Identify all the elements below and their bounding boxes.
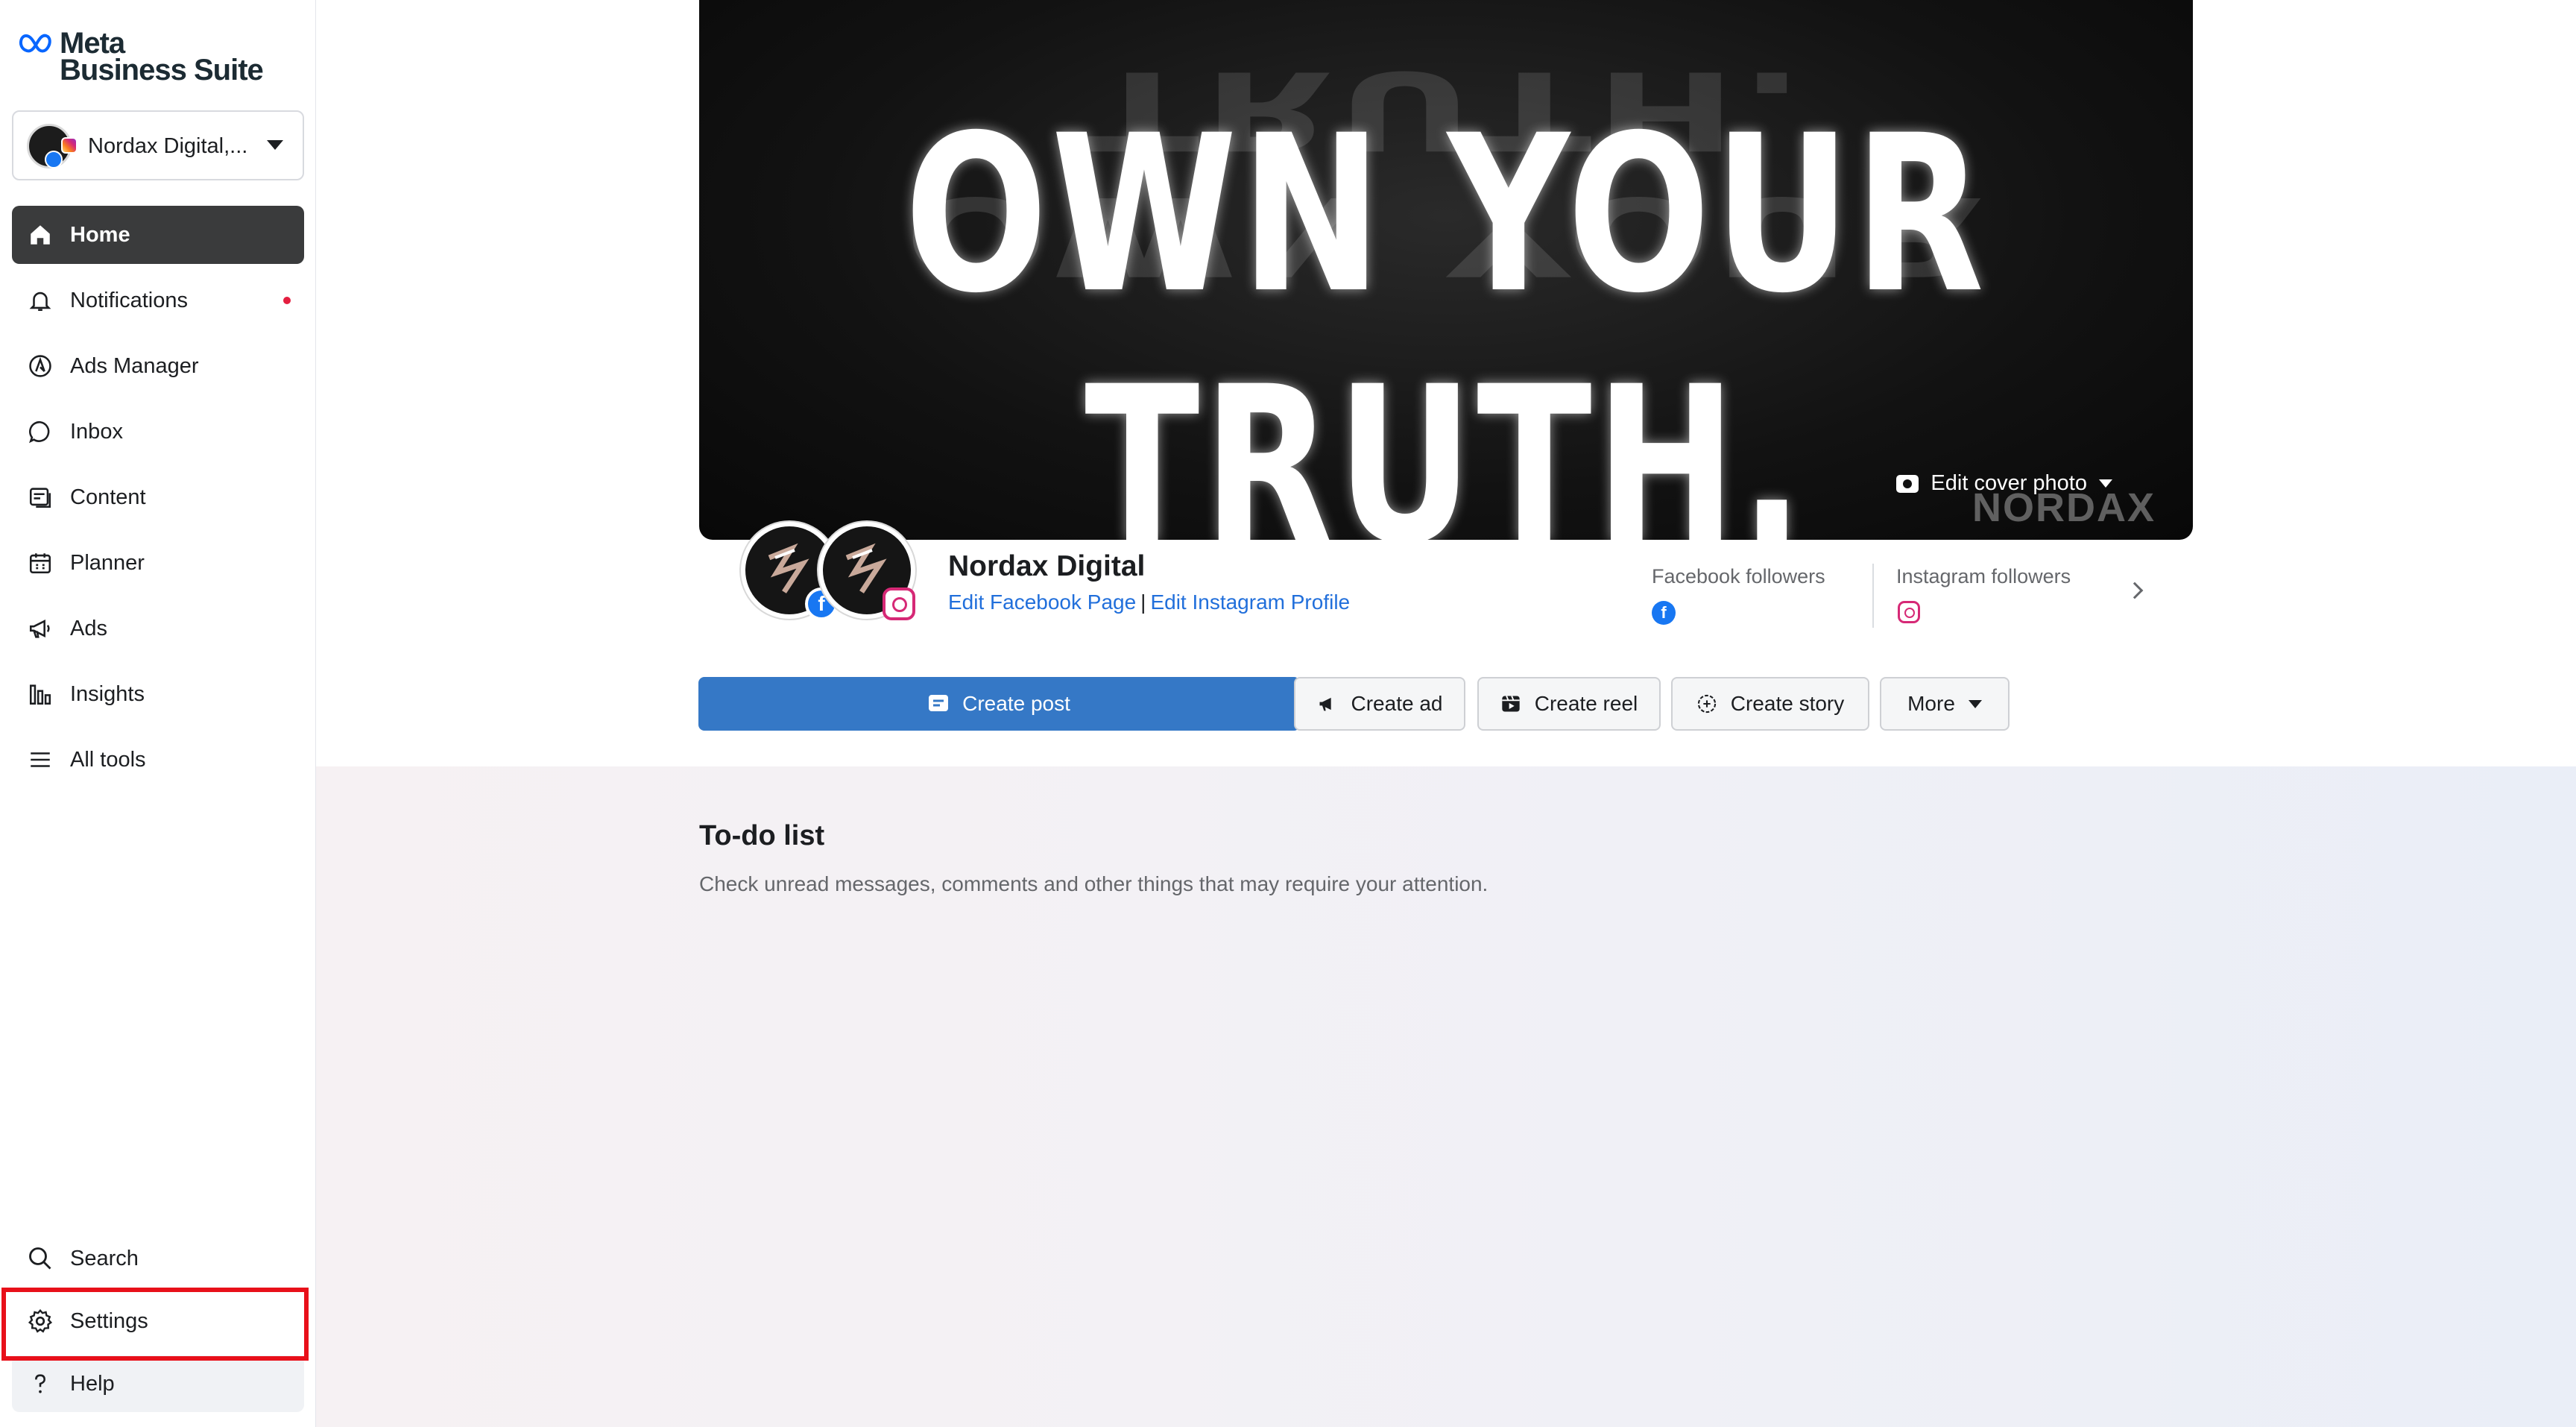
edit-facebook-page-link[interactable]: Edit Facebook Page xyxy=(948,590,1136,614)
sidebar-item-notifications[interactable]: Notifications xyxy=(12,271,304,330)
sidebar: Meta Business Suite Nordax Digital,... H… xyxy=(0,0,316,1427)
question-icon xyxy=(27,1370,54,1397)
instagram-icon xyxy=(1898,601,1920,623)
sidebar-item-insights[interactable]: Insights xyxy=(12,665,304,723)
settings-highlight-box xyxy=(1,1288,309,1361)
sidebar-item-label: Inbox xyxy=(70,419,123,444)
edit-cover-photo-button[interactable]: Edit cover photo xyxy=(1896,471,2112,496)
account-name: Nordax Digital,... xyxy=(88,134,248,158)
create-reel-label: Create reel xyxy=(1534,692,1638,715)
ads-manager-icon xyxy=(27,353,54,379)
post-icon xyxy=(928,694,949,714)
instagram-followers-label: Instagram followers xyxy=(1896,565,2071,588)
chevron-down-icon xyxy=(1968,699,1982,708)
facebook-icon: f xyxy=(1652,601,1676,625)
chat-bubble-icon xyxy=(27,418,54,445)
edit-instagram-profile-link[interactable]: Edit Instagram Profile xyxy=(1150,590,1350,614)
sidebar-item-help[interactable]: Help xyxy=(12,1355,304,1412)
reel-icon xyxy=(1500,693,1521,714)
megaphone-icon xyxy=(27,615,54,642)
sidebar-item-label: Content xyxy=(70,485,146,509)
sidebar-item-ads-manager[interactable]: Ads Manager xyxy=(12,337,304,395)
menu-icon xyxy=(27,746,54,773)
bell-icon xyxy=(27,287,54,314)
sidebar-item-label: Ads xyxy=(70,616,107,640)
create-ad-button[interactable]: Create ad xyxy=(1294,677,1465,731)
account-switcher[interactable]: Nordax Digital,... xyxy=(12,110,304,180)
create-post-label: Create post xyxy=(962,692,1070,715)
instagram-icon xyxy=(883,588,915,620)
profile-edit-links: Edit Facebook Page | Edit Instagram Profil… xyxy=(948,590,1350,614)
notification-dot xyxy=(283,297,291,304)
sidebar-item-label: Home xyxy=(70,222,130,247)
home-icon xyxy=(27,221,54,248)
create-post-button[interactable]: Create post xyxy=(698,677,1300,731)
main-content: OWN YOUR TRUTH. OWN YOUR TRUTH. NORDAX E… xyxy=(316,0,2576,1427)
story-icon xyxy=(1696,693,1717,714)
nordax-logo-icon xyxy=(768,543,809,593)
cover-photo: OWN YOUR TRUTH. OWN YOUR TRUTH. NORDAX E… xyxy=(699,0,2193,540)
meta-business-suite-logo[interactable]: Meta Business Suite xyxy=(18,27,264,86)
create-reel-button[interactable]: Create reel xyxy=(1477,677,1661,731)
content-icon xyxy=(27,484,54,511)
link-separator: | xyxy=(1140,590,1146,614)
followers-divider xyxy=(1872,564,1874,628)
sidebar-item-home[interactable]: Home xyxy=(12,206,304,264)
instagram-badge-icon xyxy=(61,137,78,154)
search-icon xyxy=(27,1245,54,1272)
todo-list-title: To-do list xyxy=(699,820,825,851)
meta-logo-icon xyxy=(19,34,51,53)
create-ad-label: Create ad xyxy=(1351,692,1443,715)
create-story-label: Create story xyxy=(1730,692,1845,715)
facebook-followers-label: Facebook followers xyxy=(1652,565,1825,588)
sidebar-item-content[interactable]: Content xyxy=(12,468,304,526)
edit-cover-label: Edit cover photo xyxy=(1931,471,2087,495)
sidebar-nav: Home Notifications Ads Manager Inbox Con… xyxy=(12,206,304,796)
more-label: More xyxy=(1907,692,1955,715)
facebook-badge-icon xyxy=(45,151,63,168)
sidebar-item-label: Help xyxy=(70,1371,115,1396)
cover-headline-reflection: OWN YOUR TRUTH. xyxy=(904,47,1988,298)
sidebar-item-label: All tools xyxy=(70,747,146,772)
chevron-down-icon xyxy=(267,140,283,150)
sidebar-item-ads[interactable]: Ads xyxy=(12,599,304,658)
create-story-button[interactable]: Create story xyxy=(1671,677,1869,731)
more-button[interactable]: More xyxy=(1880,677,2010,731)
sidebar-item-all-tools[interactable]: All tools xyxy=(12,731,304,789)
page-title: Nordax Digital xyxy=(948,550,1146,582)
megaphone-icon xyxy=(1317,693,1338,714)
sidebar-item-label: Insights xyxy=(70,681,145,706)
sidebar-item-label: Notifications xyxy=(70,288,188,312)
sidebar-item-inbox[interactable]: Inbox xyxy=(12,403,304,461)
sidebar-item-planner[interactable]: Planner xyxy=(12,534,304,592)
todo-list-subtitle: Check unread messages, comments and othe… xyxy=(699,872,1489,895)
camera-icon xyxy=(1896,474,1919,493)
bar-chart-icon xyxy=(27,681,54,708)
sidebar-item-label: Ads Manager xyxy=(70,353,199,378)
calendar-icon xyxy=(27,549,54,576)
sidebar-item-search[interactable]: Search xyxy=(12,1230,304,1287)
sidebar-item-label: Search xyxy=(70,1246,139,1270)
chevron-down-icon xyxy=(2099,479,2112,488)
sidebar-item-label: Planner xyxy=(70,550,145,575)
brand-line2: Business Suite xyxy=(60,54,264,86)
